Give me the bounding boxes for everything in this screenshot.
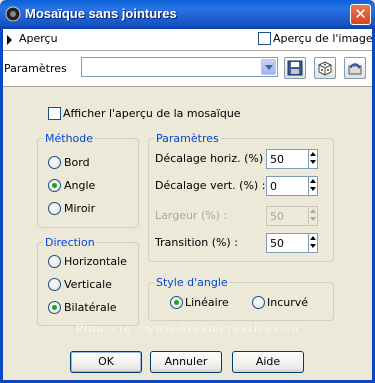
radio-bilaterale[interactable] bbox=[48, 301, 61, 314]
radio-angle[interactable] bbox=[48, 179, 61, 192]
radio-verticale[interactable] bbox=[48, 278, 61, 291]
chevron-down-icon[interactable] bbox=[261, 59, 276, 75]
radio-miroir-label[interactable]: Miroir bbox=[64, 202, 95, 215]
cancel-button[interactable]: Annuler bbox=[150, 351, 222, 373]
transition-label: Transition (%) : bbox=[155, 236, 238, 249]
show-mosaic-preview-checkbox[interactable] bbox=[48, 107, 61, 120]
v-offset-label: Décalage vert. (%) : bbox=[155, 179, 266, 192]
ok-button[interactable]: OK bbox=[70, 351, 142, 373]
spin-up-icon[interactable] bbox=[309, 234, 317, 243]
show-mosaic-preview-label: Afficher l'aperçu de la mosaïque bbox=[63, 107, 241, 120]
radio-lineaire-label[interactable]: Linéaire bbox=[185, 296, 229, 309]
floppy-disk-icon bbox=[287, 60, 303, 76]
image-preview-checkbox[interactable] bbox=[258, 32, 271, 45]
expand-preview-icon[interactable] bbox=[7, 35, 12, 45]
spin-up-icon[interactable] bbox=[309, 177, 317, 186]
help-button[interactable]: Aide bbox=[232, 351, 304, 373]
radio-incurve-label[interactable]: Incurvé bbox=[267, 296, 308, 309]
width-value: 50 bbox=[270, 210, 284, 223]
transition-spinner[interactable]: 50 bbox=[266, 233, 318, 253]
parameters-title: Paramètres bbox=[156, 132, 219, 145]
radio-verticale-label[interactable]: Verticale bbox=[64, 278, 112, 291]
spin-down-icon bbox=[309, 216, 317, 225]
radio-incurve[interactable] bbox=[252, 296, 265, 309]
v-offset-spinner[interactable]: 0 bbox=[266, 176, 318, 196]
h-offset-value[interactable]: 50 bbox=[270, 153, 284, 166]
radio-lineaire[interactable] bbox=[170, 296, 183, 309]
reset-button[interactable] bbox=[344, 57, 366, 79]
radio-miroir[interactable] bbox=[48, 202, 61, 215]
radio-selected-dot bbox=[174, 300, 179, 305]
preview-toggle[interactable]: Aperçu bbox=[19, 32, 58, 45]
spin-up-icon[interactable] bbox=[309, 150, 317, 159]
radio-bord-label[interactable]: Bord bbox=[64, 156, 90, 169]
dice-icon bbox=[318, 61, 332, 76]
spinner-arrows[interactable] bbox=[308, 177, 317, 195]
width-label: Largeur (%) : bbox=[155, 209, 228, 222]
save-preset-button[interactable] bbox=[284, 57, 306, 79]
reset-icon bbox=[348, 63, 362, 75]
v-offset-value[interactable]: 0 bbox=[270, 180, 277, 193]
presets-label: Paramètres bbox=[4, 62, 67, 75]
spin-down-icon[interactable] bbox=[309, 159, 317, 168]
watermark: Pinuccia · www.dreamcreatives.eu bbox=[75, 322, 300, 335]
corner-style-title: Style d'angle bbox=[156, 276, 228, 289]
presets-dropdown[interactable] bbox=[81, 57, 278, 77]
radio-horizontale-label[interactable]: Horizontale bbox=[64, 255, 127, 268]
spin-down-icon[interactable] bbox=[309, 243, 317, 252]
h-offset-label: Décalage horiz. (%) : bbox=[155, 152, 271, 165]
radio-horizontale[interactable] bbox=[48, 255, 61, 268]
radio-selected-dot bbox=[52, 183, 57, 188]
spin-down-icon[interactable] bbox=[309, 186, 317, 195]
close-button[interactable]: ✕ bbox=[350, 4, 371, 25]
random-button[interactable] bbox=[314, 57, 336, 79]
image-preview-label: Aperçu de l'image bbox=[273, 32, 373, 45]
method-title: Méthode bbox=[45, 132, 94, 145]
spinner-arrows[interactable] bbox=[308, 150, 317, 168]
direction-title: Direction bbox=[45, 236, 95, 249]
width-spinner: 50 bbox=[266, 206, 318, 226]
spin-up-icon bbox=[309, 207, 317, 216]
window-title: Mosaïque sans jointures bbox=[25, 6, 177, 21]
radio-bilaterale-label[interactable]: Bilatérale bbox=[64, 301, 117, 314]
radio-angle-label[interactable]: Angle bbox=[64, 179, 95, 192]
h-offset-spinner[interactable]: 50 bbox=[266, 149, 318, 169]
spinner-arrows[interactable] bbox=[308, 234, 317, 252]
transition-value[interactable]: 50 bbox=[270, 237, 284, 250]
app-icon bbox=[5, 6, 21, 22]
radio-selected-dot bbox=[52, 305, 57, 310]
spinner-arrows bbox=[308, 207, 317, 225]
radio-bord[interactable] bbox=[48, 156, 61, 169]
